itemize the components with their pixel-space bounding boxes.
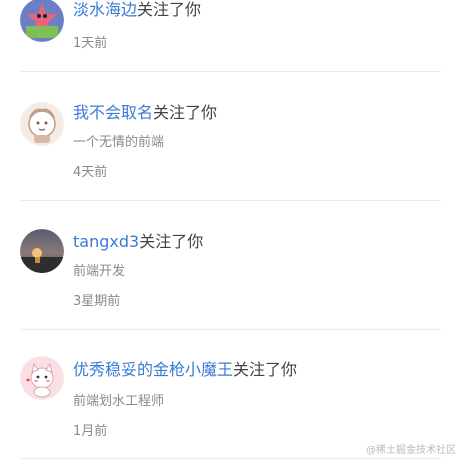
notification-text: 优秀稳妥的金枪小魔王关注了你 — [73, 360, 297, 380]
divider — [20, 71, 441, 72]
notification-text: 我不会取名关注了你 — [73, 103, 217, 123]
avatar[interactable] — [20, 0, 64, 42]
divider — [20, 458, 441, 459]
username-link[interactable]: 优秀稳妥的金枪小魔王 — [73, 360, 233, 379]
user-bio: 一个无情的前端 — [73, 135, 165, 150]
timestamp: 1月前 — [73, 424, 108, 439]
username-link[interactable]: tangxd3 — [73, 232, 139, 251]
avatar[interactable] — [20, 229, 64, 273]
notification-text: 淡水海边关注了你 — [73, 0, 201, 20]
timestamp: 1天前 — [73, 36, 108, 51]
cartoon-cat-avatar-icon — [20, 356, 64, 400]
sunset-photo-avatar-icon — [20, 229, 64, 273]
username-link[interactable]: 淡水海边 — [73, 0, 137, 19]
watermark: @稀土掘金技术社区 — [366, 445, 456, 456]
notification-feed: 淡水海边关注了你 1天前 我不会取名关注了你 一个无情的前端 4天前 tangx… — [0, 0, 460, 460]
divider — [20, 329, 441, 330]
follow-action-text: 关注了你 — [233, 360, 298, 379]
timestamp: 3星期前 — [73, 294, 121, 309]
notification-text: tangxd3关注了你 — [73, 232, 203, 252]
username-link[interactable]: 我不会取名 — [73, 103, 153, 122]
divider — [20, 200, 441, 201]
follow-action-text: 关注了你 — [137, 0, 202, 19]
follow-action-text: 关注了你 — [139, 232, 204, 251]
timestamp: 4天前 — [73, 165, 108, 180]
avatar[interactable] — [20, 356, 64, 400]
user-bio: 前端划水工程师 — [73, 394, 165, 409]
follow-action-text: 关注了你 — [153, 103, 218, 122]
user-bio: 前端开发 — [73, 264, 126, 279]
avatar[interactable] — [20, 102, 64, 146]
starfish-avatar-icon — [20, 0, 64, 42]
cartoon-doll-avatar-icon — [20, 102, 64, 146]
